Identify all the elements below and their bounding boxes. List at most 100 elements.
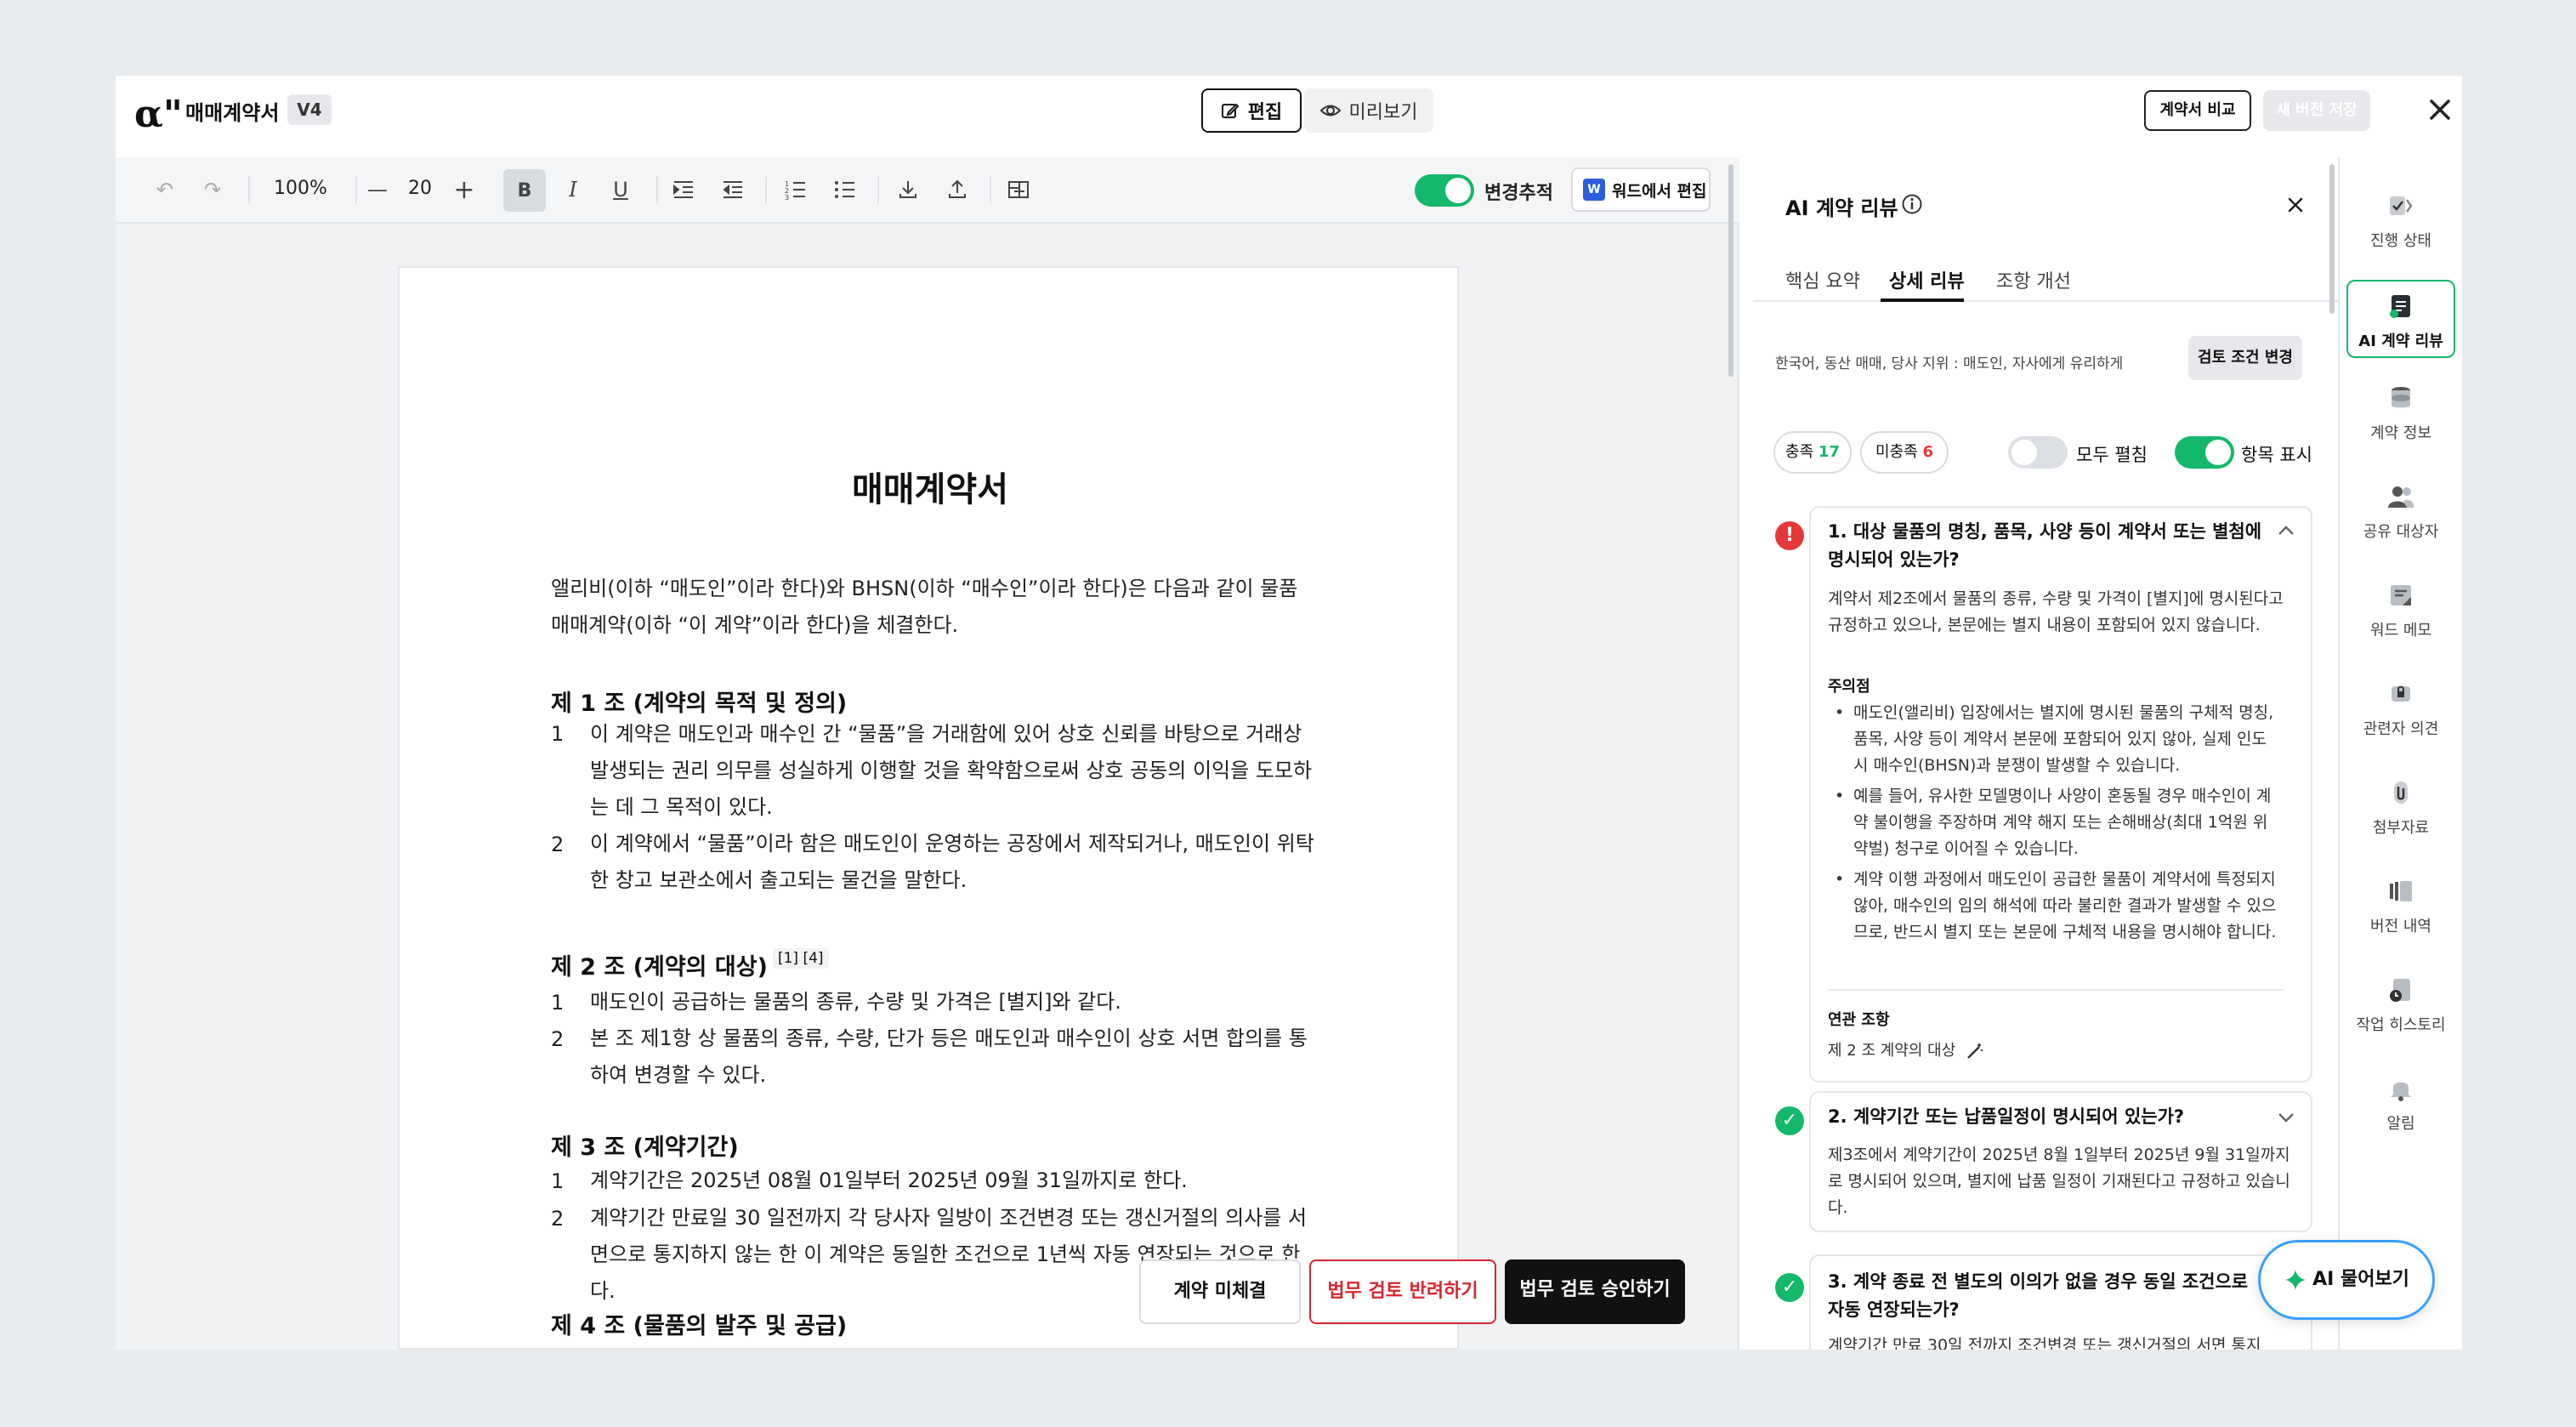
review-card-body: 계약서 제2조에서 물품의 종류, 수량 및 가격이 [별지]에 명시된다고 규… [1828,589,2284,634]
related-clause-link[interactable]: 제 2 조 계약의 대상 [1828,1038,1984,1060]
insert-table-icon[interactable] [1003,174,1034,205]
toolbar-divider [656,176,658,203]
show-items-toggle[interactable] [2175,436,2234,469]
document-heading: 매매계약서 [852,470,1008,509]
clause-text: 본 조 제1항 상 물품의 종류, 수량, 단가 등은 매도인과 매수인이 상호… [590,1026,1308,1087]
header: α" 매매계약서 V4 편집 미리보기 계약서 비교 새 버전 저장 [116,76,2462,157]
editor-scrollbar[interactable] [1728,164,1733,377]
clause-text: 이 계약에서 “물품”이라 함은 매도인이 운영하는 공장에서 제작되거나, 매… [590,832,1314,892]
edit-mode-button[interactable]: 편집 [1201,88,1302,133]
met-count: 17 [1818,443,1840,461]
change-criteria-button[interactable]: 검토 조건 변경 [2188,336,2302,380]
bell-icon [2391,1082,2411,1101]
review-card-body: 제3조에서 계약기간이 2025년 8월 1일부터 2025년 9월 31일까지… [1828,1146,2290,1217]
document-page[interactable]: 매매계약서 앨리비(이하 “매도인”이라 한다)와 BHSN(이하 “매수인”이… [398,266,1459,1350]
review-criteria: 한국어, 동산 매매, 당사 지위 : 매도인, 자사에게 유리하게 [1775,355,2124,372]
approve-review-button[interactable]: 법무 검토 승인하기 [1505,1259,1685,1324]
rail-label: 작업 히스토리 [2356,1016,2446,1034]
outdent-icon[interactable] [718,174,748,205]
reject-review-button[interactable]: 법무 검토 반려하기 [1309,1259,1496,1324]
ai-review-title: AI 계약 리뷰 [1785,196,1898,220]
bold-icon[interactable]: B [503,169,546,212]
track-changes-toggle[interactable] [1415,174,1474,207]
undo-icon[interactable]: ↶ [150,174,180,205]
tab-detail[interactable]: 상세 리뷰 [1889,266,1965,293]
zoom-level[interactable]: 100% [274,178,327,199]
rail-item-share[interactable]: 공유 대상자 [2340,482,2462,542]
caution-item: 예를 들어, 유사한 모델명이나 사양이 혼동될 경우 매수인이 계약 불이행을… [1835,783,2282,862]
rail-item-ai-review[interactable]: AI 계약 리뷰 [2346,280,2455,358]
upload-icon[interactable] [942,174,973,205]
chevron-up-icon[interactable] [2277,525,2295,537]
magic-wand-icon [1967,1043,1983,1059]
bullet-list-icon[interactable] [830,174,860,205]
met-filter-pill[interactable]: 충족 17 [1773,431,1852,474]
clause-number: 2 [551,1027,565,1051]
footnote-ref[interactable]: [1] [4] [772,948,829,969]
document-title: 매매계약서 [185,101,280,125]
rail-item-progress[interactable]: 진행 상태 [2340,191,2462,251]
clause-number: 1 [551,1169,565,1193]
review-card-title: 1. 대상 물품의 명칭, 품목, 사양 등이 계약서 또는 별첨에 명시되어 … [1828,521,2262,570]
article-2-heading: 제 2 조 (계약의 대상) [1] [4] [551,948,829,981]
rail-item-history[interactable]: 작업 히스토리 [2340,975,2462,1035]
numbered-list-icon[interactable]: 123 [780,174,811,205]
related-clause-text: 제 2 조 계약의 대상 [1828,1042,1956,1060]
footnote-4: [4] [803,950,824,967]
rail-label: 알림 [2386,1115,2415,1133]
chevron-down-icon[interactable] [2277,1111,2295,1123]
preview-mode-button[interactable]: 미리보기 [1304,88,1433,133]
warning-icon: ! [1775,521,1804,550]
rail-item-contract-info[interactable]: 계약 정보 [2340,384,2462,443]
ask-ai-button[interactable]: AI 물어보기 [2258,1240,2435,1320]
increase-font-icon[interactable]: + [449,174,479,205]
related-clause-label: 연관 조항 [1828,1011,1890,1029]
italic-icon[interactable]: I [558,174,588,205]
font-size-value[interactable]: 20 [408,178,432,199]
compare-button[interactable]: 계약서 비교 [2144,90,2251,131]
history-icon [2390,979,2410,1002]
check-icon: ✓ [1775,1273,1804,1302]
rail-item-notifications[interactable]: 알림 [2340,1074,2462,1134]
save-new-version-button[interactable]: 새 버전 저장 [2263,90,2370,131]
review-card[interactable]: 1. 대상 물품의 명칭, 품목, 사양 등이 계약서 또는 별첨에 명시되어 … [1809,506,2312,1083]
tab-improve[interactable]: 조항 개선 [1996,266,2071,293]
app-logo: α" [134,93,183,135]
review-card[interactable]: 3. 계약 종료 전 별도의 이의가 없을 경우 동일 조건으로 자동 연장되는… [1809,1254,2312,1350]
expand-all-toggle[interactable] [2008,436,2068,469]
unmet-filter-pill[interactable]: 미충족 6 [1860,431,1949,474]
review-card-title: 3. 계약 종료 전 별도의 이의가 없을 경우 동일 조건으로 자동 연장되는… [1828,1271,2249,1320]
clause-text: 계약기간은 2025년 08월 01일부터 2025년 09월 31일까지로 한… [590,1168,1188,1192]
not-signed-button[interactable]: 계약 미체결 [1139,1259,1301,1324]
show-items-label: 항목 표시 [2241,445,2312,465]
edit-mode-label: 편집 [1247,102,1283,123]
panel-scrollbar[interactable] [2329,164,2335,314]
info-icon[interactable] [1901,193,1923,215]
editor-toolbar: ↶ ↷ 100% — 20 + B I U 123 변경추적 W 워드에서 편집 [116,157,1739,224]
decrease-font-icon[interactable]: — [362,174,393,205]
close-panel-icon[interactable] [2285,195,2306,215]
toolbar-divider [248,176,250,203]
unmet-count: 6 [1922,443,1933,461]
word-edit-button[interactable]: W 워드에서 편집 [1571,168,1711,212]
rail-label: 공유 대상자 [2363,523,2439,541]
rail-item-word-memo[interactable]: 워드 메모 [2340,581,2462,640]
redo-icon[interactable]: ↷ [197,174,228,205]
review-card[interactable]: 2. 계약기간 또는 납품일정이 명시되어 있는가? 제3조에서 계약기간이 2… [1809,1091,2312,1232]
svg-text:3: 3 [785,194,789,200]
active-tab-indicator [1881,298,1964,302]
word-icon: W [1583,179,1605,201]
tab-summary[interactable]: 핵심 요약 [1785,266,1860,293]
tab-divider [1753,300,2340,302]
indent-icon[interactable] [668,174,699,205]
rail-item-opinions[interactable]: 관련자 의견 [2340,679,2462,739]
sparkle-icon [2285,1270,2306,1290]
memo-icon [2391,585,2411,605]
rail-item-attachments[interactable]: 첨부자료 [2340,778,2462,838]
ask-ai-label: AI 물어보기 [2312,1269,2409,1290]
underline-icon[interactable]: U [605,174,636,205]
close-icon[interactable] [2425,94,2455,125]
rail-item-versions[interactable]: 버전 내역 [2340,877,2462,936]
clause-number: 1 [551,722,565,746]
download-icon[interactable] [893,174,923,205]
